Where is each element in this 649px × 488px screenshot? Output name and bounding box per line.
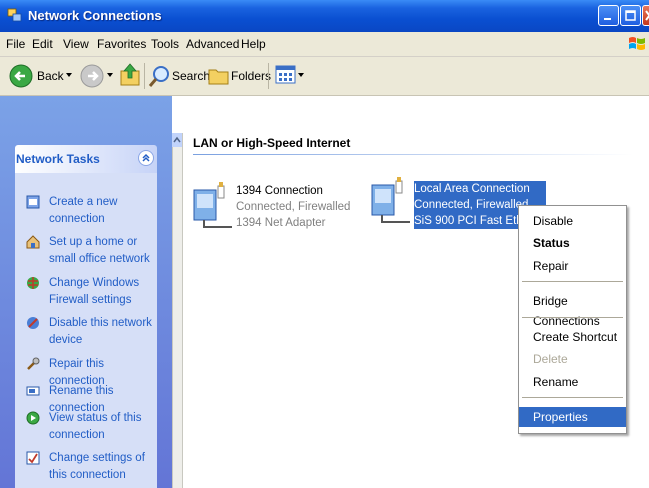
menu-delete: Delete [533,352,568,366]
menu-properties[interactable]: Properties [519,407,626,427]
toolbar-separator [268,63,269,89]
task-label[interactable]: Change Windows Firewall settings [49,275,159,309]
minimize-icon [604,18,611,20]
minimize-button[interactable] [598,5,619,26]
view-status-icon [26,411,40,425]
search-button[interactable]: Search [172,69,210,83]
forward-arrow-icon[interactable] [80,64,104,88]
menu-file[interactable]: File [6,37,25,51]
connection-device: 1394 Net Adapter [236,217,326,229]
menu-status[interactable]: Status [519,233,626,253]
rename-icon [26,386,40,396]
menu-help[interactable]: Help [241,37,266,51]
close-icon [645,10,649,21]
repair-wrench-icon [27,357,40,370]
new-connection-icon [26,195,40,209]
menu-separator [522,281,623,282]
vertical-scrollbar[interactable] [172,133,183,488]
menu-edit[interactable]: Edit [32,37,53,51]
network-connections-icon [7,8,22,22]
network-connection-icon[interactable] [370,175,414,225]
connection-1394[interactable]: 1394 Connection Connected, Firewalled 13… [236,183,350,231]
network-tasks-title: Network Tasks [16,152,100,166]
views-icon[interactable] [275,65,297,85]
menu-advanced[interactable]: Advanced [186,37,239,51]
up-folder-icon[interactable] [119,62,141,88]
scroll-up-button[interactable] [172,133,182,147]
menu-rename[interactable]: Rename [519,372,626,392]
home-network-icon [26,235,40,249]
title-bar: Network Connections [0,0,649,33]
menu-favorites[interactable]: Favorites [97,37,146,51]
disable-device-icon [27,317,39,329]
task-label[interactable]: Set up a home or small office network [49,234,159,268]
back-dropdown-icon[interactable] [66,73,72,77]
folders-button[interactable]: Folders [231,69,271,83]
double-chevron-up-icon [142,153,150,162]
change-settings-icon [26,451,40,465]
menu-bar: File Edit View Favorites Tools Advanced … [0,32,649,57]
network-connection-icon[interactable] [192,180,236,230]
views-dropdown-icon[interactable] [298,73,304,77]
search-icon[interactable] [148,64,172,88]
task-label[interactable]: Disable this network device [49,315,159,349]
context-menu: Disable Status Repair Bridge Connections… [518,205,627,434]
task-label[interactable]: View status of this connection [49,410,159,444]
toolbar-separator [144,63,145,89]
firewall-icon [27,277,39,289]
windows-logo-icon [629,37,645,50]
connection-name: Local Area Connection [414,183,530,195]
task-label[interactable]: Change settings of this connection [49,450,159,484]
collapse-chevron-icon[interactable] [138,150,154,166]
menu-repair[interactable]: Repair [519,256,626,276]
menu-bridge-connections[interactable]: Bridge Connections [519,291,626,328]
group-title: LAN or High-Speed Internet [193,136,351,150]
menu-disable[interactable]: Disable [519,211,626,231]
back-button[interactable]: Back [37,69,64,83]
window-title: Network Connections [28,8,162,23]
forward-dropdown-icon[interactable] [107,73,113,77]
menu-view[interactable]: View [63,37,89,51]
menu-create-shortcut[interactable]: Create Shortcut [519,327,626,347]
menu-separator [522,397,623,398]
menu-separator [522,317,623,318]
connection-name: 1394 Connection [236,185,323,197]
connection-status: Connected, Firewalled [236,201,351,213]
folders-icon[interactable] [207,65,231,87]
menu-tools[interactable]: Tools [151,37,179,51]
scroll-up-arrow-icon [173,136,181,143]
task-label[interactable]: Create a new connection [49,194,159,228]
close-button[interactable] [642,5,649,26]
group-divider [193,154,633,155]
toolbar: Back Search Folders [0,57,649,96]
back-arrow-icon[interactable] [9,64,33,88]
maximize-icon [625,10,636,21]
maximize-button[interactable] [620,5,641,26]
